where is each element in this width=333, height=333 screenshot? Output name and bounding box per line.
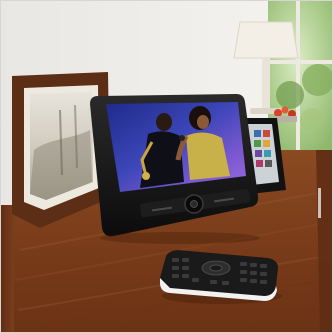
product-photo xyxy=(0,0,333,333)
remote-control xyxy=(160,250,282,304)
